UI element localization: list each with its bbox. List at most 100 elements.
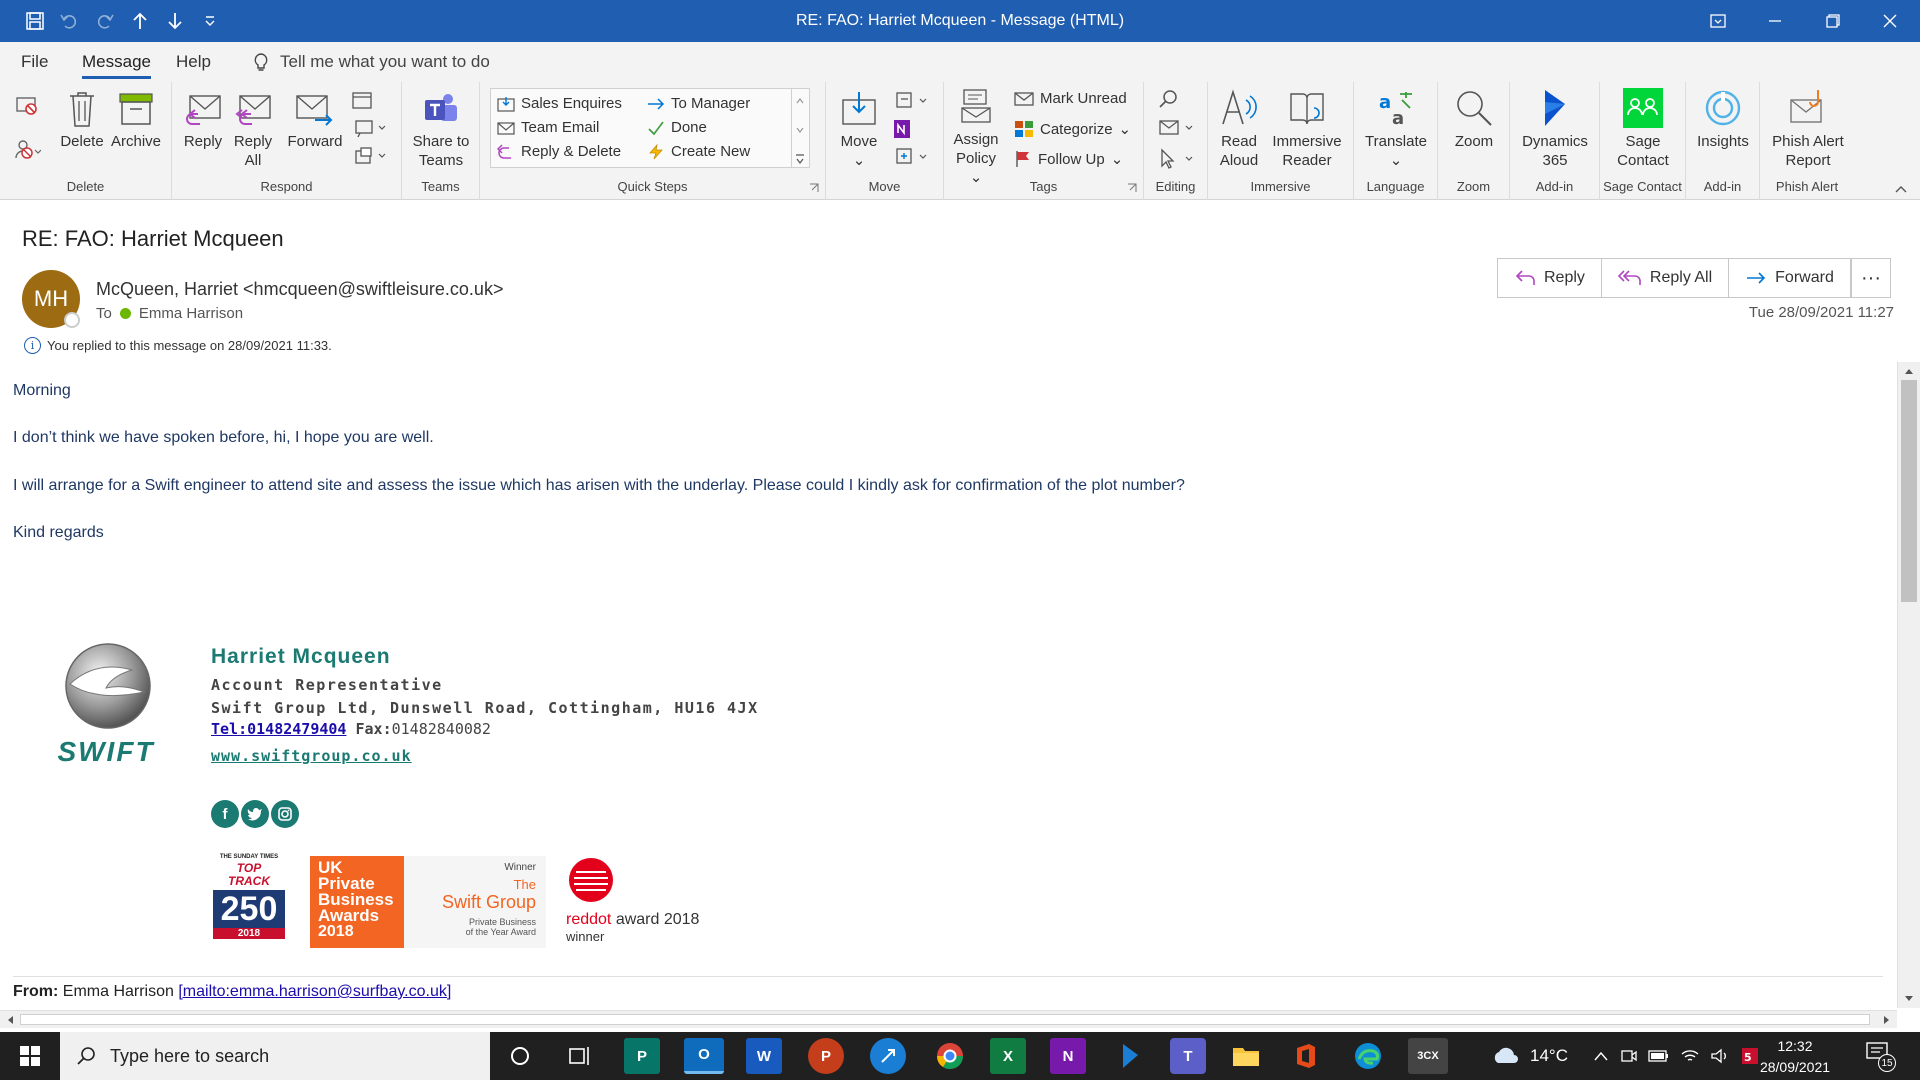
weather-temperature[interactable]: 14°C [1530, 1046, 1568, 1066]
scroll-right-icon[interactable] [1882, 1014, 1892, 1026]
weather-cloud-icon[interactable] [1490, 1045, 1520, 1067]
cortana-icon[interactable] [502, 1038, 538, 1074]
translate-button[interactable]: aa Translate ⌄ [1358, 88, 1434, 170]
task-view-icon[interactable] [562, 1038, 598, 1074]
vertical-scroll-thumb[interactable] [1901, 380, 1917, 602]
tell-me-search[interactable]: Tell me what you want to do [252, 52, 490, 72]
word-icon[interactable]: W [746, 1038, 782, 1074]
mailto-link[interactable]: [mailto:emma.harrison@surfbay.co.uk] [178, 983, 451, 1000]
assign-policy-button[interactable]: Assign Policy ⌄ [950, 88, 1002, 187]
notifications-button[interactable]: 15 [1866, 1042, 1896, 1072]
reply-all-button[interactable]: Reply All [232, 90, 274, 170]
dynamics-taskbar-icon[interactable] [1112, 1038, 1148, 1074]
quick-step-done[interactable]: Done [647, 119, 707, 136]
quick-step-create-new[interactable]: Create New [647, 143, 750, 160]
onenote-button[interactable] [890, 118, 914, 145]
dynamics-365-button[interactable]: Dynamics 365 [1516, 88, 1594, 170]
taskbar-search-box[interactable]: Type here to search [60, 1032, 490, 1080]
delete-button[interactable]: Delete [56, 90, 108, 151]
reply-action-button[interactable]: Reply [1498, 259, 1602, 297]
scroll-down-icon[interactable] [1903, 994, 1915, 1004]
forward-button[interactable]: Forward [284, 90, 346, 151]
move-button[interactable]: Move ⌄ [834, 90, 884, 170]
close-icon[interactable] [1877, 8, 1903, 34]
windows-logo-icon [20, 1046, 40, 1066]
reply-button[interactable]: Reply [180, 90, 226, 151]
collapse-ribbon-icon[interactable] [1894, 184, 1908, 194]
forward-action-button[interactable]: Forward [1729, 259, 1850, 297]
taskbar-clock[interactable]: 12:32 28/09/2021 [1755, 1036, 1835, 1078]
wifi-icon[interactable] [1680, 1048, 1700, 1064]
ignore-button[interactable] [10, 94, 44, 120]
scroll-left-icon[interactable] [5, 1014, 15, 1026]
scroll-up-icon[interactable] [1903, 366, 1915, 376]
start-button[interactable] [0, 1032, 60, 1080]
more-respond-button[interactable] [348, 146, 394, 171]
file-explorer-icon[interactable] [1228, 1038, 1264, 1074]
phish-alert-report-button[interactable]: Phish Alert Report [1764, 88, 1852, 170]
tab-help[interactable]: Help [176, 52, 211, 72]
teams-taskbar-icon[interactable]: T [1170, 1038, 1206, 1074]
horizontal-scrollbar[interactable] [0, 1010, 1897, 1028]
restore-icon[interactable] [1820, 8, 1846, 34]
recipient-name[interactable]: Emma Harrison [139, 305, 243, 322]
show-hidden-icons-icon[interactable] [1592, 1050, 1610, 1062]
replied-info-bar[interactable]: i You replied to this message on 28/09/2… [24, 337, 332, 354]
chrome-icon[interactable] [932, 1038, 968, 1074]
tab-file[interactable]: File [21, 52, 48, 72]
telephone-link[interactable]: Tel:01482479404 [211, 720, 346, 738]
facebook-icon[interactable]: f [211, 800, 239, 828]
publisher-icon[interactable]: P [624, 1038, 660, 1074]
outlook-icon[interactable]: O [684, 1038, 724, 1074]
edge-icon[interactable] [1350, 1038, 1386, 1074]
read-aloud-button[interactable]: Read Aloud [1214, 88, 1264, 170]
meeting-reply-button[interactable] [348, 90, 376, 115]
powerpoint-icon[interactable]: P [808, 1038, 844, 1074]
rules-button[interactable] [890, 90, 934, 117]
quick-step-team-email[interactable]: Team Email [497, 119, 599, 136]
junk-button[interactable] [10, 138, 44, 164]
website-link[interactable]: www.swiftgroup.co.uk [211, 747, 412, 765]
forward-icon [296, 95, 333, 126]
quick-step-reply-delete[interactable]: Reply & Delete [497, 143, 621, 160]
quick-steps-scroll[interactable] [791, 89, 809, 167]
instagram-icon[interactable] [271, 800, 299, 828]
categorize-button[interactable]: Categorize ⌄ [1014, 120, 1131, 138]
archive-button[interactable]: Archive [108, 90, 164, 151]
battery-icon[interactable] [1648, 1049, 1670, 1063]
tab-message[interactable]: Message [82, 52, 151, 79]
follow-up-button[interactable]: Follow Up ⌄ [1014, 150, 1123, 168]
immersive-reader-button[interactable]: Immersive Reader [1268, 88, 1346, 170]
ribbon-display-options-icon[interactable] [1705, 8, 1731, 34]
minimize-icon[interactable] [1762, 8, 1788, 34]
dynamics-group-label: Add-in [1535, 179, 1574, 194]
share-to-teams-button[interactable]: Share to Teams [410, 90, 472, 170]
insights-button[interactable]: Insights [1692, 88, 1754, 151]
more-actions-button[interactable]: ··· [1851, 258, 1891, 298]
sage-contact-button[interactable]: Sage Contact [1606, 88, 1680, 170]
office-icon[interactable] [1288, 1038, 1324, 1074]
reply-all-action-button[interactable]: Reply All [1602, 259, 1730, 297]
excel-icon[interactable]: X [990, 1038, 1026, 1074]
volume-icon[interactable] [1710, 1048, 1730, 1064]
dialog-launcher-icon[interactable] [1127, 183, 1137, 193]
vertical-scrollbar[interactable] [1897, 362, 1920, 1008]
actions-button[interactable] [890, 146, 934, 173]
sender[interactable]: McQueen, Harriet <hmcqueen@swiftleisure.… [96, 279, 503, 300]
quick-step-to-manager[interactable]: To Manager [647, 95, 750, 112]
quick-step-sales-enquires[interactable]: Sales Enquires [497, 95, 622, 112]
3cx-icon[interactable]: 3CX [1408, 1038, 1448, 1074]
onenote-icon[interactable]: N [1050, 1038, 1086, 1074]
mark-unread-button[interactable]: Mark Unread [1014, 90, 1127, 107]
select-button[interactable] [1158, 148, 1198, 175]
find-button[interactable] [1158, 88, 1180, 115]
im-button[interactable] [348, 118, 394, 143]
remote-desktop-icon[interactable] [870, 1038, 906, 1074]
twitter-icon[interactable] [241, 800, 269, 828]
related-button[interactable] [1158, 118, 1198, 143]
meet-now-icon[interactable] [1620, 1047, 1638, 1065]
zoom-button[interactable]: Zoom [1446, 88, 1502, 151]
horizontal-scroll-thumb[interactable] [20, 1014, 1870, 1025]
dialog-launcher-icon[interactable] [809, 183, 819, 193]
chevron-down-icon: ⌄ [852, 152, 866, 169]
